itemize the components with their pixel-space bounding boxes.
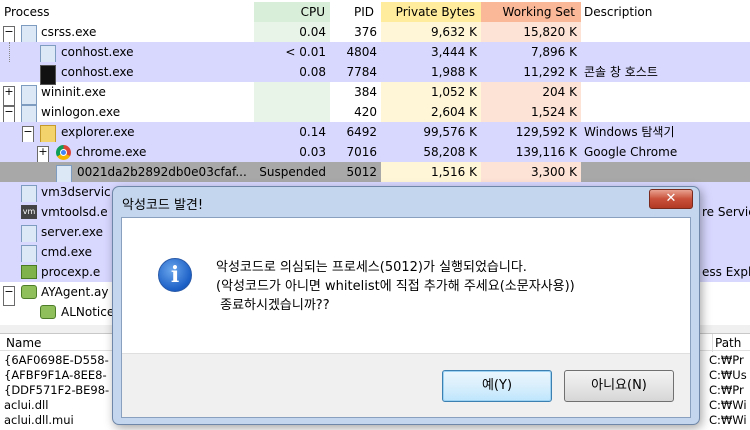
dll-path: C:₩Pr bbox=[709, 383, 744, 397]
malware-alert-dialog: 악성코드 발견! ✕ i 악성코드로 의심되는 프로세스(5012)가 실행되었… bbox=[112, 186, 700, 425]
process-private-bytes: 58,208 K bbox=[423, 145, 477, 159]
process-name: chrome.exe bbox=[76, 145, 147, 159]
column-pid[interactable]: PID bbox=[330, 2, 381, 22]
process-working-set: 15,820 K bbox=[523, 25, 577, 39]
process-cpu: 0.14 bbox=[299, 125, 326, 139]
dialog-message: 악성코드로 의심되는 프로세스(5012)가 실행되었습니다. (악성코드가 아… bbox=[216, 258, 575, 315]
process-cpu: 0.08 bbox=[299, 65, 326, 79]
dll-path: C:₩Us bbox=[709, 368, 747, 382]
process-row[interactable]: + chrome.exe 0.03 7016 58,208 K 139,116 … bbox=[0, 142, 750, 166]
process-row[interactable]: conhost.exe < 0.01 4804 3,444 K 7,896 K bbox=[0, 42, 750, 65]
process-pid: 420 bbox=[354, 105, 377, 119]
process-name: server.exe bbox=[41, 225, 103, 239]
dll-name: {AFBF9F1A-8EE8- bbox=[4, 368, 107, 382]
column-name[interactable]: Name bbox=[6, 334, 106, 352]
process-name: 0021da2b2892db0e03cfaf... bbox=[77, 165, 247, 179]
process-name: cmd.exe bbox=[41, 245, 93, 259]
dll-name: {6AF0698E-D558- bbox=[4, 353, 109, 367]
dialog-title: 악성코드 발견! bbox=[122, 198, 204, 213]
message-line: (악성코드가 아니면 whitelist에 직접 추가해 주세요(소문자사용)) bbox=[216, 279, 575, 294]
process-cpu: 0.03 bbox=[299, 145, 326, 159]
process-description: Windows 탐색기 bbox=[584, 125, 675, 139]
process-private-bytes: 1,052 K bbox=[430, 85, 477, 99]
dll-name: aclui.dll.mui bbox=[4, 413, 74, 427]
process-private-bytes: 1,988 K bbox=[430, 65, 477, 79]
dll-path: C:₩Wi bbox=[709, 398, 747, 412]
column-path[interactable]: Path bbox=[712, 334, 750, 352]
yes-button[interactable]: 예(Y) bbox=[442, 370, 552, 402]
dll-path: C:₩Wi bbox=[709, 413, 747, 427]
process-row[interactable]: + wininit.exe 384 1,052 K 204 K bbox=[0, 82, 750, 106]
process-pid: 4804 bbox=[346, 45, 377, 59]
info-icon: i bbox=[158, 258, 192, 292]
ayagent-icon bbox=[21, 285, 37, 299]
vmware-icon: vm bbox=[21, 205, 37, 219]
process-name: vmtoolsd.e bbox=[41, 205, 108, 219]
process-cpu: 0.04 bbox=[299, 25, 326, 39]
process-working-set: 139,116 K bbox=[515, 145, 577, 159]
column-private-bytes[interactable]: Private Bytes bbox=[381, 2, 481, 22]
process-name: conhost.exe bbox=[61, 65, 134, 79]
dialog-body: i 악성코드로 의심되는 프로세스(5012)가 실행되었습니다. (악성코드가… bbox=[121, 217, 691, 418]
alnotice-icon bbox=[40, 305, 56, 319]
process-description: ess Expl... bbox=[702, 265, 750, 279]
process-working-set: 129,592 K bbox=[515, 125, 577, 139]
no-button[interactable]: 아니요(N) bbox=[564, 370, 674, 402]
process-cpu: < 0.01 bbox=[285, 45, 326, 59]
process-private-bytes: 2,604 K bbox=[430, 105, 477, 119]
dll-path: C:₩Pr bbox=[709, 353, 744, 367]
process-name: AYAgent.ay bbox=[41, 285, 109, 299]
process-working-set: 1,524 K bbox=[530, 105, 577, 119]
dll-name: {DDF571F2-BE98- bbox=[4, 383, 110, 397]
process-name: winlogon.exe bbox=[41, 105, 121, 119]
tree-line bbox=[9, 42, 10, 62]
procexp-icon bbox=[21, 265, 37, 279]
process-row-suspended[interactable]: 0021da2b2892db0e03cfaf... Suspended 5012… bbox=[0, 162, 750, 185]
process-working-set: 3,300 K bbox=[481, 162, 581, 182]
process-name: conhost.exe bbox=[61, 45, 134, 59]
process-description: Google Chrome bbox=[584, 145, 678, 159]
process-row[interactable]: conhost.exe 0.08 7784 1,988 K 11,292 K 콘… bbox=[0, 62, 750, 85]
process-pid: 384 bbox=[354, 85, 377, 99]
process-description: 콘솔 창 호스트 bbox=[584, 65, 658, 79]
close-button[interactable]: ✕ bbox=[649, 189, 693, 209]
process-working-set: 204 K bbox=[542, 85, 577, 99]
column-cpu[interactable]: CPU bbox=[254, 2, 330, 22]
process-pid: 7784 bbox=[346, 65, 377, 79]
process-table-header: Process CPU PID Private Bytes Working Se… bbox=[0, 2, 750, 22]
process-pid: 6492 bbox=[346, 125, 377, 139]
process-name: procexp.e bbox=[41, 265, 101, 279]
process-pid: 376 bbox=[354, 25, 377, 39]
dll-name: aclui.dll bbox=[4, 398, 49, 412]
column-description[interactable]: Description bbox=[584, 2, 744, 22]
process-description: re Service bbox=[702, 205, 750, 219]
process-working-set: 7,896 K bbox=[530, 45, 577, 59]
process-row[interactable]: − winlogon.exe 420 2,604 K 1,524 K bbox=[0, 102, 750, 126]
process-row[interactable]: − csrss.exe 0.04 376 9,632 K 15,820 K bbox=[0, 22, 750, 46]
message-line: 악성코드로 의심되는 프로세스(5012)가 실행되었습니다. bbox=[216, 260, 527, 275]
dialog-button-bar: 예(Y) 아니요(N) bbox=[122, 353, 690, 417]
process-pid: 5012 bbox=[346, 165, 377, 179]
process-working-set: 11,292 K bbox=[523, 65, 577, 79]
process-row[interactable]: − explorer.exe 0.14 6492 99,576 K 129,59… bbox=[0, 122, 750, 146]
process-private-bytes: 3,444 K bbox=[430, 45, 477, 59]
process-cpu: Suspended bbox=[259, 165, 326, 179]
process-pid: 7016 bbox=[346, 145, 377, 159]
process-name: wininit.exe bbox=[41, 85, 106, 99]
column-process[interactable]: Process bbox=[4, 2, 244, 22]
process-private-bytes: 1,516 K bbox=[381, 162, 481, 182]
process-private-bytes: 99,576 K bbox=[423, 125, 477, 139]
process-name: explorer.exe bbox=[61, 125, 135, 139]
process-name: csrss.exe bbox=[41, 25, 97, 39]
process-name: vm3dservic bbox=[41, 185, 111, 199]
message-line: 종료하시겠습니까?? bbox=[216, 298, 330, 313]
process-private-bytes: 9,632 K bbox=[430, 25, 477, 39]
column-working-set[interactable]: Working Set bbox=[481, 2, 581, 22]
chrome-icon bbox=[56, 145, 71, 160]
